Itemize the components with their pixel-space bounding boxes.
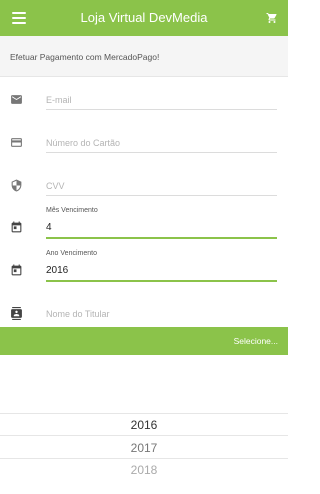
email-underline [46,109,277,110]
card-number-placeholder: Número do Cartão [46,138,121,148]
year-picker[interactable]: 2016 2017 2018 [0,413,288,494]
email-icon [11,95,22,104]
subheader-text: Efetuar Pagamento com MercadoPago! [10,52,160,62]
calendar-icon [11,221,22,233]
credit-card-icon [11,138,22,147]
app-title: Loja Virtual DevMedia [80,10,208,25]
app-bar: Loja Virtual DevMedia [0,0,288,36]
expiry-month-value: 4 [46,222,52,233]
calendar-icon [11,264,22,276]
picker-option[interactable]: 2018 [0,463,288,477]
card-number-field[interactable]: Número do Cartão [46,133,277,155]
picker-option[interactable]: 2016 [0,418,288,432]
cvv-placeholder: CVV [46,181,65,191]
select-button-label: Selecione... [233,336,278,346]
card-number-underline [46,152,277,153]
holder-name-placeholder: Nome do Titular [46,309,110,319]
cvv-underline [46,195,277,196]
expiry-month-field[interactable]: Mês Vencimento 4 [46,205,277,241]
expiry-month-underline [46,237,277,239]
expiry-year-field[interactable]: Ano Vencimento 2016 [46,248,277,284]
picker-option[interactable]: 2017 [0,441,288,455]
holder-name-field[interactable]: Nome do Titular [46,304,277,326]
email-field[interactable]: E-mail [46,90,277,112]
email-placeholder: E-mail [46,95,72,105]
payment-subheader: Efetuar Pagamento com MercadoPago! [0,36,288,77]
picker-divider [0,458,288,459]
contact-card-icon [11,307,22,320]
cvv-field[interactable]: CVV [46,176,277,198]
expiry-year-label: Ano Vencimento [46,250,97,257]
expiry-year-underline [46,280,277,282]
select-button[interactable]: Selecione... [0,327,288,355]
shield-icon [11,179,22,192]
cart-icon[interactable] [266,12,278,24]
expiry-month-label: Mês Vencimento [46,207,98,214]
picker-divider [0,435,288,436]
expiry-year-value: 2016 [46,265,69,276]
